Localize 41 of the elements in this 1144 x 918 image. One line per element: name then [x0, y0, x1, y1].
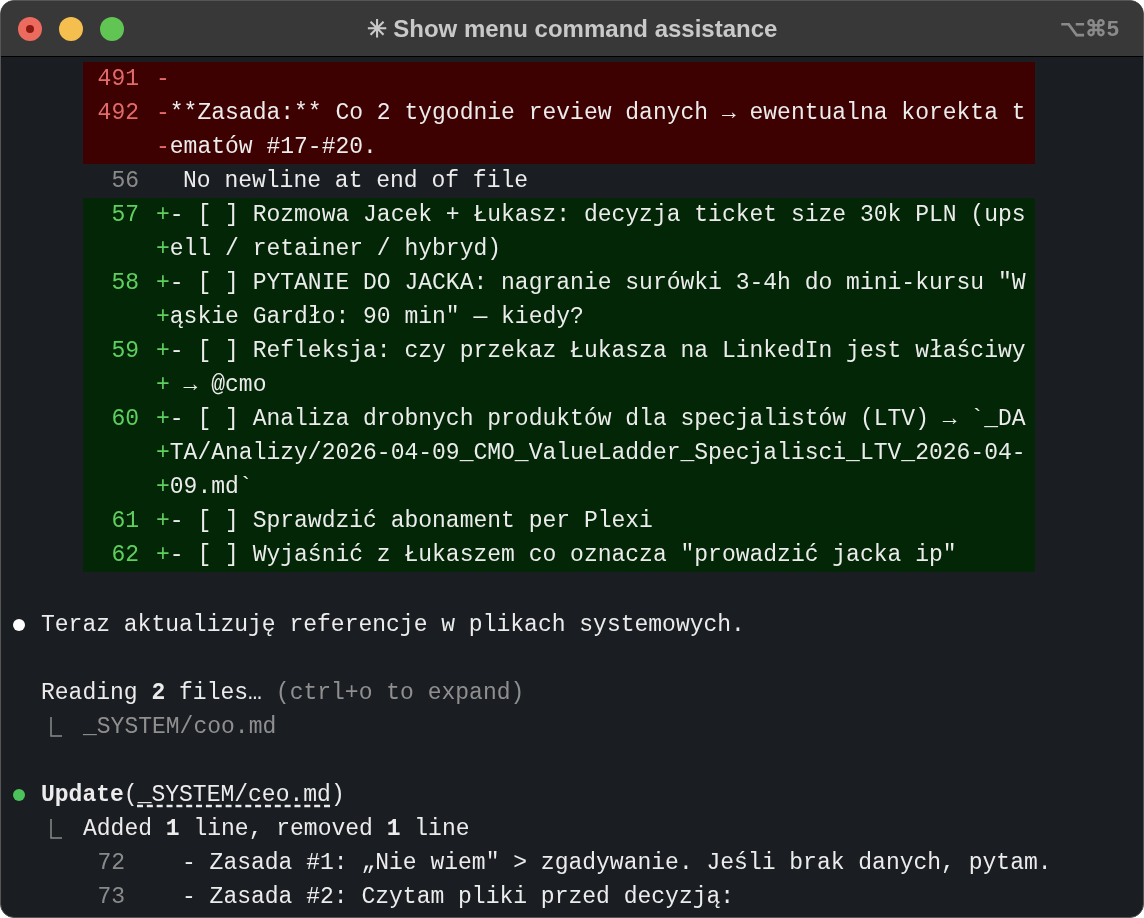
line-number: 73: [96, 883, 125, 912]
code-text: +- [ ] Rozmowa Jacek + Łukasz: decyzja ticket size 30k PLN (ups: [156, 201, 1026, 230]
minimize-icon[interactable]: [59, 17, 83, 41]
code-text: +- [ ] Wyjaśnić z Łukaszem co oznacza "prowadzić jacka ip": [156, 541, 957, 570]
code-text: -: [156, 65, 170, 94]
branch-corner-icon: [49, 716, 63, 738]
code-text: +- [ ] PYTANIE DO JACKA: nagranie surówki 3-4h do mini-kursu "W: [156, 269, 1026, 298]
line-number: 56: [110, 167, 139, 196]
line-number: 72: [96, 849, 125, 878]
maximize-icon[interactable]: [100, 17, 124, 41]
code-text: - Zasada #1: „Nie wiem" > zgadywanie. Jeśli brak danych, pytam.: [182, 849, 1052, 878]
close-icon[interactable]: [18, 17, 42, 41]
line-number: 62: [110, 541, 139, 570]
window-title: ✳ Show menu command assistance: [366, 13, 778, 44]
branch-corner-icon: [49, 818, 63, 840]
result-text: Added 1 line, removed 1 line: [83, 815, 470, 844]
message-text: Teraz aktualizuję referencje w plikach systemowych.: [41, 611, 745, 640]
shortcut-label: ⌥⌘5: [1059, 15, 1119, 43]
code-text: + → @cmo: [156, 371, 268, 400]
code-text: +- [ ] Refleksja: czy przekaz Łukasza na LinkedIn jest właściwy: [156, 337, 1026, 366]
code-text: +09.md`: [156, 473, 254, 502]
line-number: 58: [110, 269, 139, 298]
code-text: +TA/Analizy/2026-04-09_CMO_ValueLadder_Specjalisci_LTV_2026-04-: [156, 439, 1026, 468]
line-number: 60: [110, 405, 139, 434]
code-text: +- [ ] Analiza drobnych produktów dla specjalistów (LTV) → `_DA: [156, 405, 1026, 434]
code-text: +ąskie Gardło: 90 min" — kiedy?: [156, 303, 585, 332]
file-path: _SYSTEM/coo.md: [83, 713, 277, 742]
code-text: -ematów #17-#20.: [156, 133, 378, 162]
hint-text: (ctrl+o to expand): [275, 679, 525, 708]
code-text: +ell / retainer / hybryd): [156, 235, 503, 264]
code-text: +- [ ] Sprawdzić abonament per Plexi: [156, 507, 653, 536]
line-number: 492: [96, 99, 139, 128]
tool-call: Update(_SYSTEM/ceo.md): [41, 781, 345, 810]
code-text: - Zasada #2: Czytam pliki przed decyzją:: [182, 883, 735, 912]
code-text: No newline at end of file: [183, 167, 529, 196]
line-number: 491: [96, 65, 139, 94]
code-text: -**Zasada:** Co 2 tygodnie review danych → ewentualna korekta t: [156, 99, 1026, 128]
line-number: 57: [110, 201, 139, 230]
status-text: Reading 2 files…: [41, 679, 262, 708]
line-number: 59: [110, 337, 139, 366]
line-number: 61: [110, 507, 139, 536]
